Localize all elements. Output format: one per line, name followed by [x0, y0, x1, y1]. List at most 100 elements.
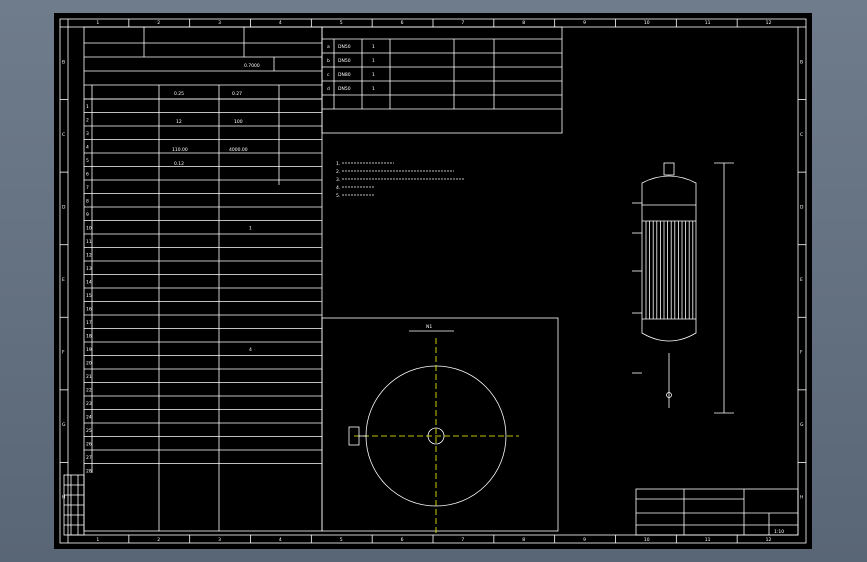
outer-frame [59, 18, 807, 544]
row-letter: B [800, 59, 803, 65]
tech-row-number: 25 [86, 428, 92, 434]
nozzle-id-b: b [327, 58, 330, 64]
nozzle-id-c: c [327, 73, 330, 78]
tech-row-number: 2 [86, 118, 89, 124]
tech-row-number: 19 [86, 347, 92, 353]
tech-row-number: 23 [86, 401, 92, 407]
tech-row-number: 22 [86, 388, 92, 394]
row-ticks: B BC CD DE EF FG GH H [60, 26, 806, 501]
row-letter: G [800, 422, 804, 428]
note-4: 4. [336, 185, 340, 191]
row-letter: D [62, 204, 66, 210]
column-number: 5 [340, 20, 343, 26]
column-number: 2 [157, 20, 160, 26]
column-number: 4 [279, 20, 282, 26]
top-nozzle [663, 162, 675, 176]
column-number: 4 [279, 537, 282, 543]
nozzle-size-c: DN80 [338, 72, 351, 78]
note-2: 2. [336, 169, 340, 175]
notes: 1. 2. 3. 4. 5. [336, 161, 464, 199]
tech-row-number: 5 [86, 158, 89, 164]
column-number: 2 [157, 537, 160, 543]
design-temp-1: 12 [176, 119, 182, 125]
tech-row-number: 16 [86, 307, 92, 313]
tech-row-value: 1 [249, 226, 252, 232]
revision-grid [63, 474, 85, 536]
row-letter: H [800, 495, 803, 501]
column-number: 8 [522, 20, 525, 26]
tech-row-number: 1 [86, 104, 89, 110]
row-letter: C [62, 132, 65, 138]
design-pressure-value: 0.7000 [244, 63, 260, 69]
tech-row-number: 24 [86, 415, 92, 421]
title-block: 1:10 [635, 488, 799, 536]
design-pressure-2: 0.27 [232, 91, 242, 97]
column-number: 10 [644, 537, 650, 543]
tech-row-number: 20 [86, 361, 92, 367]
row-letter: G [62, 422, 66, 428]
row-letter: F [62, 350, 65, 356]
drawing-sheet: 1 1 2 2 3 3 4 4 5 5 6 6 7 7 8 8 9 9 10 10 11 11 12 12 BBCCDDEEF… [54, 13, 812, 549]
nozzle-id-d: d [327, 86, 330, 92]
row-letter: F [800, 350, 803, 356]
column-number: 12 [766, 20, 772, 26]
top-view: N1 [321, 317, 559, 533]
tech-row-number: 3 [86, 131, 89, 137]
note-3: 3. [336, 177, 340, 183]
top-view-title: N1 [426, 324, 432, 330]
tech-row-number: 9 [86, 212, 89, 218]
tech-row-value: 4 [249, 347, 252, 353]
nozzle-table: a b c d DN50 DN50 DN80 DN50 1 1 1 1 [321, 26, 563, 134]
column-number: 3 [218, 537, 221, 543]
row-letter: B [62, 59, 65, 65]
column-number: 3 [218, 20, 221, 26]
value-c: 0.12 [174, 161, 184, 167]
column-number: 7 [461, 20, 464, 26]
note-1: 1. [336, 161, 340, 167]
inner-frame [67, 26, 799, 536]
tube-bundle [645, 221, 694, 319]
column-number: 7 [461, 537, 464, 543]
row-letter: E [800, 277, 803, 283]
row-letter: E [62, 277, 65, 283]
column-number: 5 [340, 537, 343, 543]
tech-row-number: 13 [86, 266, 92, 272]
cad-drawing: 112233445566778899101011111212 B BC CD DE EF… [59, 18, 807, 544]
scale-value: 1:10 [774, 529, 784, 535]
tech-row-number: 26 [86, 442, 92, 448]
tech-row-number: 14 [86, 280, 92, 286]
tech-table: 12345678910 1111213141516171819 4202122232… [83, 26, 323, 532]
value-b: 4000.00 [229, 147, 248, 153]
column-number: 9 [583, 20, 586, 26]
column-ticks: 112233445566778899101011111212 [67, 19, 772, 543]
row-letter: C [800, 132, 803, 138]
tech-row-number: 4 [86, 145, 89, 151]
vessel-elevation [632, 162, 734, 414]
tech-row-number: 10 [86, 226, 92, 232]
column-number: 6 [401, 537, 404, 543]
tech-row-number: 15 [86, 293, 92, 299]
tech-row-number: 12 [86, 253, 92, 259]
design-pressure-1: 0.25 [174, 91, 184, 97]
tech-row-number: 7 [86, 185, 89, 191]
nozzle-qty-b: 1 [372, 58, 375, 64]
note-5: 5. [336, 193, 340, 199]
nozzle-id-a: a [327, 45, 330, 50]
tech-row-number: 18 [86, 334, 92, 340]
design-temp-2: 100 [234, 119, 243, 125]
tech-row-number: 8 [86, 199, 89, 205]
column-number: 10 [644, 20, 650, 26]
vessel-shell [641, 175, 697, 342]
column-number: 11 [705, 537, 711, 543]
column-number: 9 [583, 537, 586, 543]
nozzle-qty-d: 1 [372, 86, 375, 92]
nozzle-size-a: DN50 [338, 44, 351, 50]
column-number: 1 [96, 20, 99, 26]
tech-row-number: 27 [86, 455, 92, 461]
tech-row-number: 17 [86, 320, 92, 326]
nozzle-qty-a: 1 [372, 44, 375, 50]
nozzle-size-d: DN50 [338, 86, 351, 92]
tech-row-number: 28 [86, 469, 92, 475]
nozzle-size-b: DN50 [338, 58, 351, 64]
column-number: 12 [766, 537, 772, 543]
